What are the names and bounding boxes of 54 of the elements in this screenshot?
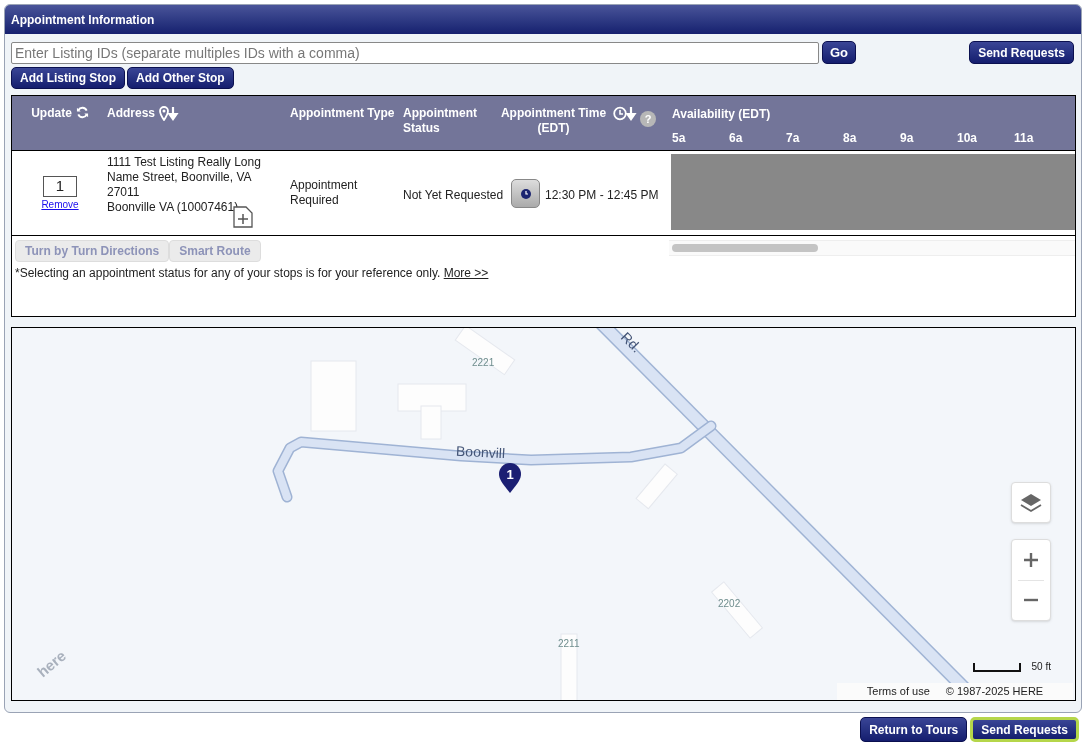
hour-label: 10a bbox=[957, 131, 979, 146]
refresh-icon[interactable] bbox=[75, 106, 89, 119]
listing-ids-field[interactable]: Enter Listing IDs (separate multiples IDs with a comma) bbox=[11, 41, 819, 64]
layers-icon bbox=[1020, 492, 1042, 513]
appointment-status: Not Yet Requested bbox=[402, 187, 505, 204]
add-stop-button[interactable]: Add Listing Stop bbox=[11, 67, 125, 89]
footer-button[interactable]: Return to Tours bbox=[860, 717, 968, 742]
column-header: Update bbox=[31, 106, 72, 121]
go-button[interactable]: Go bbox=[822, 41, 856, 64]
column-header: Appointment Type bbox=[290, 106, 395, 121]
scale-label: 50 ft bbox=[1031, 662, 1051, 672]
hour-label: 5a bbox=[672, 131, 687, 146]
hour-label: 11a bbox=[1014, 131, 1035, 146]
stop-order-field[interactable]: 1 bbox=[43, 176, 77, 197]
clock-button[interactable] bbox=[511, 179, 540, 208]
hour-label: 7a bbox=[786, 131, 801, 146]
hour-label: 8a bbox=[843, 131, 858, 146]
address-line: 1111 Test Listing Really Long bbox=[107, 155, 262, 170]
panel-title: Appointment Information bbox=[11, 11, 155, 29]
appointment-time: 12:30 PM - 12:45 PM bbox=[545, 187, 659, 204]
road-label: Rd. bbox=[616, 328, 646, 358]
hour-label: 6a bbox=[729, 131, 744, 146]
map-logo: here bbox=[32, 646, 70, 683]
copyright-text: © 1987-2025 HERE bbox=[945, 684, 1044, 700]
column-header: Appointment Time (EDT) bbox=[499, 106, 608, 136]
address-line: Name Street, Boonville, VA bbox=[107, 170, 253, 185]
horizontal-scrollbar[interactable] bbox=[669, 240, 1075, 256]
clock-sort-icon[interactable] bbox=[612, 106, 637, 121]
send-requests-button[interactable]: Send Requests bbox=[969, 41, 1074, 64]
house-number: 2221 bbox=[472, 356, 495, 370]
column-header: Address bbox=[107, 106, 156, 121]
add-stop-button[interactable]: Add Other Stop bbox=[127, 67, 234, 89]
layers-button[interactable] bbox=[1011, 482, 1051, 523]
terms-link[interactable]: Terms of use bbox=[866, 683, 930, 700]
more-link[interactable]: More >> bbox=[443, 266, 489, 280]
address-line: 27011 bbox=[107, 185, 141, 200]
map-marker[interactable]: 1 bbox=[498, 462, 522, 495]
clock-icon bbox=[520, 188, 531, 199]
hour-label: 9a bbox=[900, 131, 915, 146]
plus-icon bbox=[1023, 551, 1039, 568]
minus-icon bbox=[1023, 598, 1039, 603]
address-line: Boonville VA (10007461) bbox=[107, 200, 240, 215]
pin-sort-icon[interactable] bbox=[159, 106, 180, 121]
map[interactable]: Rd. Boonvill 2221 2202 2211 here 1 50 ft Terms of use © 1987-2025 HERE bbox=[11, 327, 1076, 701]
remove-link[interactable]: Remove bbox=[41, 197, 79, 212]
house-number: 2202 bbox=[718, 597, 741, 611]
scale-bar-icon bbox=[972, 663, 1021, 672]
availability-header: Availability (EDT) bbox=[672, 107, 772, 122]
reference-note: *Selecting an appointment status for any of your stops is for your reference only. More >> bbox=[15, 265, 490, 282]
road-label: Boonvill bbox=[455, 441, 506, 464]
footer-button[interactable]: Send Requests bbox=[970, 717, 1079, 742]
column-header: Appointment Status bbox=[403, 106, 478, 136]
appointment-type: Appointment Required bbox=[289, 177, 359, 209]
house-number: 2211 bbox=[558, 637, 580, 651]
